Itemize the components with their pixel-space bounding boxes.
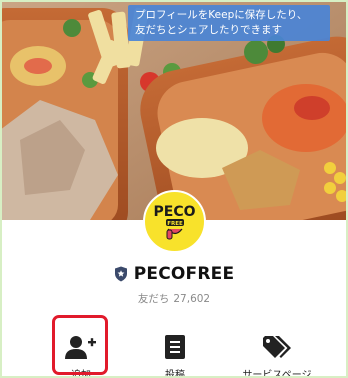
- action-bar: 追加 投稿 サービスページ: [0, 318, 348, 378]
- add-friend-label: 追加: [71, 370, 91, 378]
- service-page-label: サービスページ: [242, 370, 312, 378]
- tooltip-line-2: 友だちとシェアしたりできます: [135, 24, 282, 36]
- posts-button[interactable]: 投稿: [137, 318, 213, 378]
- profile-avatar[interactable]: PECO FREE: [143, 190, 206, 253]
- posts-label: 投稿: [165, 370, 185, 378]
- profile-name: PECOFREE: [133, 264, 235, 284]
- add-friend-icon: [61, 330, 101, 364]
- add-friend-button[interactable]: 追加: [43, 318, 119, 378]
- line-profile-screen: プロフィールをKeepに保存したり、 友だちとシェアしたりできます PECO F…: [0, 0, 348, 378]
- tooltip-line-1: プロフィールをKeepに保存したり、: [135, 9, 308, 21]
- post-icon: [155, 330, 195, 364]
- friends-label: 友だち: [137, 293, 170, 305]
- verified-badge-icon: [114, 266, 128, 282]
- profile-name-row: PECOFREE: [0, 262, 348, 286]
- avatar-logo-text-top: PECO: [154, 204, 196, 220]
- friends-count-value: 27,602: [173, 293, 211, 305]
- tag-icon: [257, 330, 297, 364]
- avatar-logo-text-bottom: FREE: [167, 221, 183, 227]
- keep-tooltip: プロフィールをKeepに保存したり、 友だちとシェアしたりできます: [128, 5, 330, 41]
- friends-count: 友だち 27,602: [0, 291, 348, 306]
- service-page-button[interactable]: サービスページ: [230, 318, 324, 378]
